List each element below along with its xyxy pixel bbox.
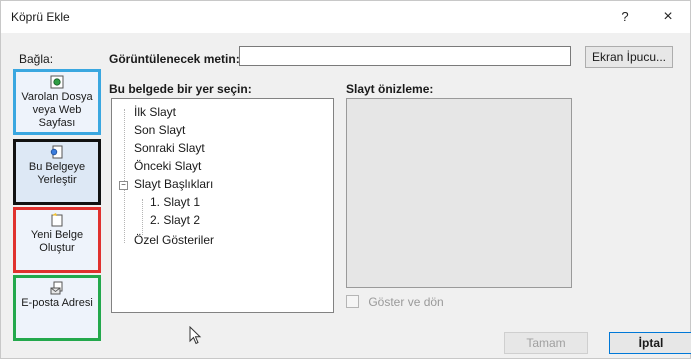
- email-address-icon: [50, 281, 63, 295]
- tree-item-slide-2[interactable]: 2. Slayt 2: [150, 213, 200, 227]
- tree-item-slide-1[interactable]: 1. Slayt 1: [150, 195, 200, 209]
- mouse-pointer-icon: [189, 326, 202, 345]
- help-button[interactable]: ?: [613, 7, 637, 27]
- title-bar: Köprü Ekle ? ×: [1, 1, 690, 33]
- existing-file-icon: [50, 75, 64, 89]
- ok-button[interactable]: Tamam: [504, 332, 588, 354]
- dialog-title: Köprü Ekle: [11, 10, 70, 24]
- tree-item-last-slide[interactable]: Son Slayt: [134, 123, 185, 137]
- tree-item-next-slide[interactable]: Sonraki Slayt: [134, 141, 205, 155]
- show-and-return-checkbox[interactable]: [346, 295, 359, 308]
- tree-guide-line: [142, 199, 143, 235]
- link-to-new-document[interactable]: Yeni Belge Oluştur: [13, 207, 101, 273]
- slide-preview-label: Slayt önizleme:: [346, 82, 434, 96]
- place-in-document-label: Bu belgede bir yer seçin:: [109, 82, 252, 96]
- place-in-document-tree: İlk Slayt Son Slayt Sonraki Slayt Önceki…: [111, 98, 334, 313]
- link-to-existing-file-label: Varolan Dosya veya Web Sayfası: [21, 91, 93, 129]
- link-to-email-address-label: E-posta Adresi: [21, 297, 93, 309]
- tree-item-first-slide[interactable]: İlk Slayt: [134, 105, 176, 119]
- close-button[interactable]: ×: [656, 7, 680, 27]
- insert-hyperlink-dialog: Köprü Ekle ? × Bağla: Varolan Dosya veya…: [0, 0, 691, 359]
- screen-tip-button[interactable]: Ekran İpucu...: [585, 46, 673, 68]
- link-to-place-in-document-label: Bu Belgeye Yerleştir: [28, 161, 86, 186]
- tree-item-custom-shows[interactable]: Özel Gösteriler: [134, 233, 214, 247]
- tree-guide-line: [124, 109, 125, 243]
- show-and-return-label: Göster ve dön: [368, 295, 444, 309]
- slide-preview-area: [346, 98, 572, 288]
- link-to-place-in-document[interactable]: Bu Belgeye Yerleştir: [13, 139, 101, 205]
- place-in-document-icon: [50, 145, 63, 159]
- link-to-email-address[interactable]: E-posta Adresi: [13, 275, 101, 341]
- link-to-existing-file[interactable]: Varolan Dosya veya Web Sayfası: [13, 69, 101, 135]
- collapse-icon[interactable]: −: [119, 181, 128, 190]
- tree-item-previous-slide[interactable]: Önceki Slayt: [134, 159, 201, 173]
- link-to-label: Bağla:: [19, 52, 54, 66]
- link-to-new-document-label: Yeni Belge Oluştur: [30, 229, 84, 254]
- tree-item-slide-titles[interactable]: Slayt Başlıkları: [134, 177, 213, 191]
- show-and-return-option[interactable]: Göster ve dön: [346, 295, 444, 309]
- display-text-input[interactable]: [239, 46, 571, 66]
- display-text-label: Görüntülenecek metin:: [109, 52, 240, 66]
- new-document-icon: [51, 213, 63, 227]
- cancel-button[interactable]: İptal: [609, 332, 691, 354]
